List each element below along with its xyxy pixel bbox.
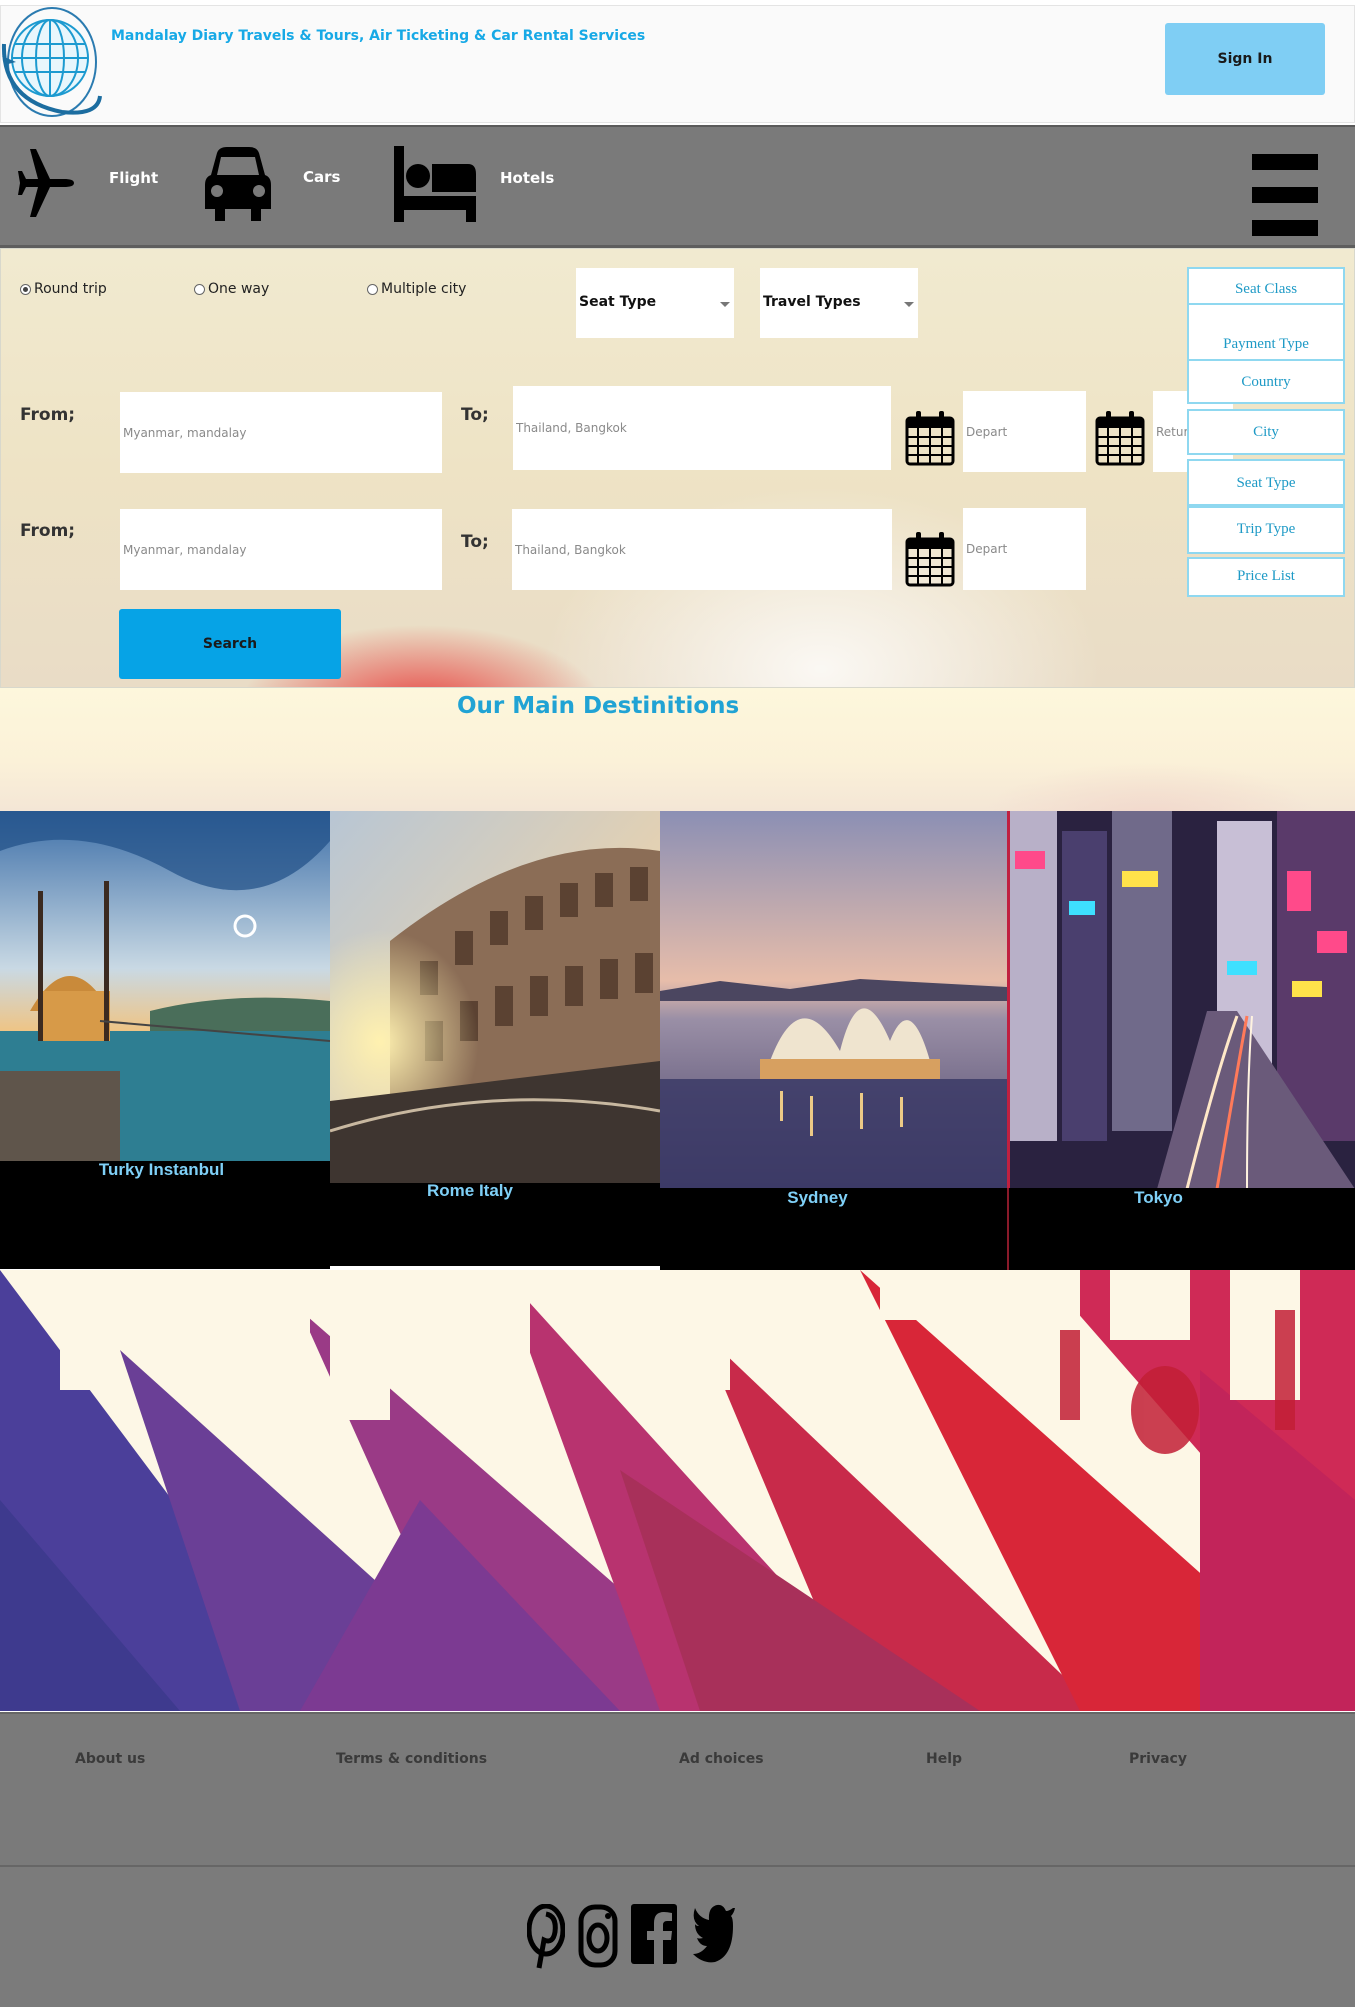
side-menu-country[interactable]: Country [1187, 359, 1345, 404]
travel-types-select[interactable]: Travel Types [760, 268, 918, 338]
site-header [0, 5, 1355, 123]
chevron-down-icon [720, 302, 730, 307]
footer-links-bar [0, 1712, 1355, 1865]
destination-name-istanbul[interactable]: Turky Instanbul [0, 1160, 323, 1180]
nav-label-hotels[interactable]: Hotels [500, 169, 554, 187]
destination-image-tokyo[interactable] [1007, 811, 1355, 1189]
site-title: Mandalay Diary Travels & Tours, Air Tick… [111, 28, 646, 44]
nav-item-cars[interactable] [203, 145, 273, 221]
nav-item-hotels[interactable] [394, 146, 476, 222]
side-menu-price-list[interactable]: Price List [1187, 557, 1345, 597]
destination-image-sydney[interactable] [660, 811, 1007, 1189]
decorative-city-background [0, 1270, 1355, 1711]
radio-one-way[interactable]: One way [194, 281, 269, 297]
to-label: To; [461, 405, 489, 425]
airplane-icon [18, 149, 74, 217]
side-menu-trip-type[interactable]: Trip Type [1187, 506, 1345, 554]
footer-social-bar [0, 1865, 1355, 2007]
from-input[interactable] [120, 392, 442, 473]
side-menu-seat-class[interactable]: Seat Class [1187, 267, 1345, 305]
side-menu-city[interactable]: City [1187, 409, 1345, 455]
from-label: From; [20, 405, 76, 425]
depart-date-input[interactable] [963, 508, 1086, 590]
pinterest-icon[interactable] [527, 1904, 565, 1970]
to-input[interactable] [513, 386, 891, 470]
instagram-icon[interactable] [578, 1904, 618, 1968]
radio-label: Round trip [34, 281, 107, 297]
sign-in-button[interactable]: Sign In [1165, 23, 1325, 95]
calendar-icon[interactable] [905, 410, 955, 466]
footer-link-ad-choices[interactable]: Ad choices [679, 1751, 764, 1767]
from-input[interactable] [120, 509, 442, 590]
radio-label: Multiple city [381, 281, 467, 297]
calendar-icon[interactable] [1095, 410, 1145, 466]
destination-image-istanbul[interactable] [0, 811, 330, 1161]
radio-button[interactable] [20, 283, 31, 295]
car-icon [205, 147, 271, 221]
seat-type-select[interactable]: Seat Type [576, 268, 734, 338]
destination-name-rome[interactable]: Rome Italy [330, 1181, 610, 1201]
bed-icon [394, 146, 476, 222]
destination-image-rome[interactable] [330, 811, 660, 1183]
nav-item-flight[interactable] [18, 145, 78, 221]
travel-types-select-value: Travel Types [763, 294, 861, 310]
hamburger-menu-icon[interactable] [1252, 154, 1318, 238]
search-button[interactable]: Search [119, 609, 341, 679]
destination-name-tokyo[interactable]: Tokyo [1007, 1188, 1310, 1208]
footer-link-terms[interactable]: Terms & conditions [336, 1751, 487, 1767]
destinations-title: Our Main Destinitions [457, 693, 740, 719]
destination-name-sydney[interactable]: Sydney [660, 1188, 975, 1208]
to-label: To; [461, 532, 489, 552]
radio-button[interactable] [367, 283, 378, 295]
to-input[interactable] [512, 509, 892, 590]
radio-multiple-city[interactable]: Multiple city [367, 281, 466, 297]
facebook-icon[interactable] [631, 1904, 677, 1964]
side-menu-seat-type[interactable]: Seat Type [1187, 459, 1345, 506]
radio-round-trip[interactable]: Round trip [20, 281, 107, 297]
chevron-down-icon [904, 302, 914, 307]
footer-link-help[interactable]: Help [926, 1751, 962, 1767]
depart-date-input[interactable] [963, 391, 1086, 472]
radio-button[interactable] [194, 283, 205, 295]
nav-label-cars[interactable]: Cars [303, 168, 340, 186]
twitter-icon[interactable] [693, 1902, 735, 1968]
calendar-icon[interactable] [905, 531, 955, 587]
footer-link-about-us[interactable]: About us [75, 1751, 145, 1767]
side-menu-payment-type[interactable]: Payment Type [1187, 303, 1345, 361]
seat-type-select-value: Seat Type [579, 294, 657, 310]
radio-label: One way [208, 281, 270, 297]
globe-logo-icon[interactable] [0, 0, 102, 120]
from-label: From; [20, 521, 76, 541]
nav-label-flight[interactable]: Flight [109, 169, 158, 187]
footer-link-privacy[interactable]: Privacy [1129, 1751, 1187, 1767]
